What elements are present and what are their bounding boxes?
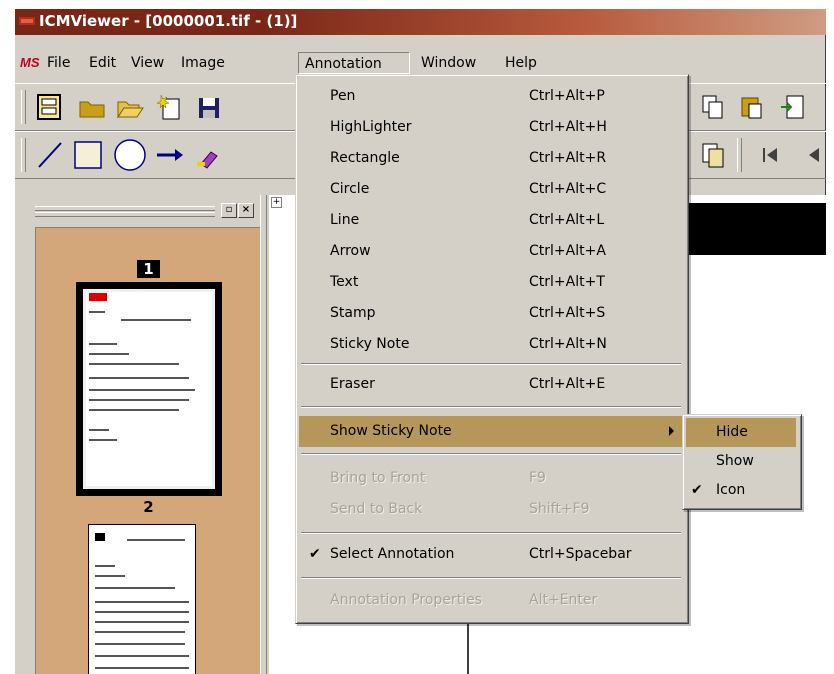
- restore-panel-button[interactable]: ▫: [221, 203, 237, 218]
- menu-item-eraser[interactable]: Eraser Ctrl+Alt+E: [299, 369, 683, 400]
- menu-separator: [301, 363, 681, 365]
- menu-separator: [301, 532, 681, 534]
- ms-logo-icon: MS: [20, 55, 40, 70]
- page-number-label: 1: [36, 260, 261, 278]
- menu-separator: [301, 577, 681, 579]
- paste-icon[interactable]: [737, 92, 767, 122]
- submenu-arrow-icon: [669, 426, 674, 436]
- thumbnail-panel: ▫ × 1 2: [15, 195, 261, 674]
- submenu-item-icon[interactable]: ✔ Icon: [686, 476, 796, 505]
- menu-item-rectangle[interactable]: Rectangle Ctrl+Alt+R: [299, 143, 683, 174]
- page-thumbnail[interactable]: [88, 524, 196, 674]
- copy-icon[interactable]: [698, 92, 728, 122]
- sticky-note-submenu: Hide Show ✔ Icon: [682, 414, 802, 510]
- page-thumbnail[interactable]: [76, 282, 222, 496]
- submenu-item-show[interactable]: Show: [686, 447, 796, 476]
- new-document-icon[interactable]: [155, 92, 185, 122]
- panel-header[interactable]: ▫ ×: [35, 203, 258, 219]
- title-bar[interactable]: ICMViewer - [0000001.tif - (1)]: [15, 9, 826, 35]
- import-icon[interactable]: [779, 92, 809, 122]
- toolbar-grip[interactable]: [21, 138, 26, 172]
- panel-grip: [35, 212, 215, 217]
- annotation-menu: Pen Ctrl+Alt+P HighLighter Ctrl+Alt+H Rect…: [295, 74, 689, 624]
- window-title: ICMViewer - [0000001.tif - (1)]: [39, 12, 298, 30]
- page-number-label: 2: [143, 498, 154, 516]
- first-page-icon[interactable]: [755, 140, 785, 170]
- highlighter-tool-icon[interactable]: [193, 140, 223, 170]
- checkmark-icon: ✔: [691, 482, 703, 498]
- menu-item-stamp[interactable]: Stamp Ctrl+Alt+S: [299, 298, 683, 329]
- menu-separator: [301, 406, 681, 408]
- menu-file[interactable]: File: [41, 52, 76, 74]
- svg-text:MS: MS: [20, 55, 40, 70]
- menu-item-highlighter[interactable]: HighLighter Ctrl+Alt+H: [299, 112, 683, 143]
- menu-view[interactable]: View: [125, 52, 170, 74]
- arrow-tool-icon[interactable]: [155, 140, 185, 170]
- panel-splitter[interactable]: [260, 195, 267, 674]
- menu-item-pen[interactable]: Pen Ctrl+Alt+P: [299, 81, 683, 112]
- thumbnail-logo: [89, 293, 107, 301]
- thumbnail-view-icon[interactable]: [35, 92, 65, 122]
- menu-item-sticky-note[interactable]: Sticky Note Ctrl+Alt+N: [299, 329, 683, 360]
- menu-image[interactable]: Image: [175, 52, 231, 74]
- circle-tool-icon[interactable]: [113, 138, 147, 172]
- checkmark-icon: ✔: [309, 546, 321, 562]
- rectangle-tool-icon[interactable]: [73, 140, 103, 170]
- menu-item-show-sticky-note[interactable]: Show Sticky Note: [299, 416, 683, 447]
- menu-item-line[interactable]: Line Ctrl+Alt+L: [299, 205, 683, 236]
- line-tool-icon[interactable]: [35, 140, 65, 170]
- menu-item-circle[interactable]: Circle Ctrl+Alt+C: [299, 174, 683, 205]
- menu-item-select-annotation[interactable]: ✔ Select Annotation Ctrl+Spacebar: [299, 539, 683, 570]
- page-tool-icon[interactable]: [698, 140, 728, 170]
- menu-item-bring-to-front[interactable]: Bring to Front F9: [299, 463, 683, 494]
- app-icon: [19, 17, 35, 25]
- toolbar-grip[interactable]: [737, 138, 742, 172]
- menu-window[interactable]: Window: [415, 52, 482, 74]
- expand-icon[interactable]: +: [271, 197, 282, 208]
- menu-separator: [301, 453, 681, 455]
- folder-closed-icon[interactable]: [77, 92, 107, 122]
- panel-grip: [35, 206, 215, 211]
- folder-open-icon[interactable]: [115, 92, 145, 122]
- thumbnail-list[interactable]: 1 2: [35, 227, 261, 674]
- menu-item-annotation-properties[interactable]: Annotation Properties Alt+Enter: [299, 585, 683, 616]
- save-icon[interactable]: [193, 92, 223, 122]
- menu-help[interactable]: Help: [499, 52, 543, 74]
- menu-annotation[interactable]: Annotation: [298, 52, 410, 74]
- previous-page-icon[interactable]: [801, 140, 826, 170]
- submenu-item-hide[interactable]: Hide: [686, 418, 796, 447]
- close-panel-button[interactable]: ×: [238, 203, 254, 218]
- menu-item-text[interactable]: Text Ctrl+Alt+T: [299, 267, 683, 298]
- menu-item-arrow[interactable]: Arrow Ctrl+Alt+A: [299, 236, 683, 267]
- menu-item-send-to-back[interactable]: Send to Back Shift+F9: [299, 494, 683, 525]
- menu-edit[interactable]: Edit: [83, 52, 122, 74]
- toolbar-grip[interactable]: [21, 90, 26, 124]
- menu-bar: MS File Edit View Image Annotation Windo…: [15, 47, 826, 77]
